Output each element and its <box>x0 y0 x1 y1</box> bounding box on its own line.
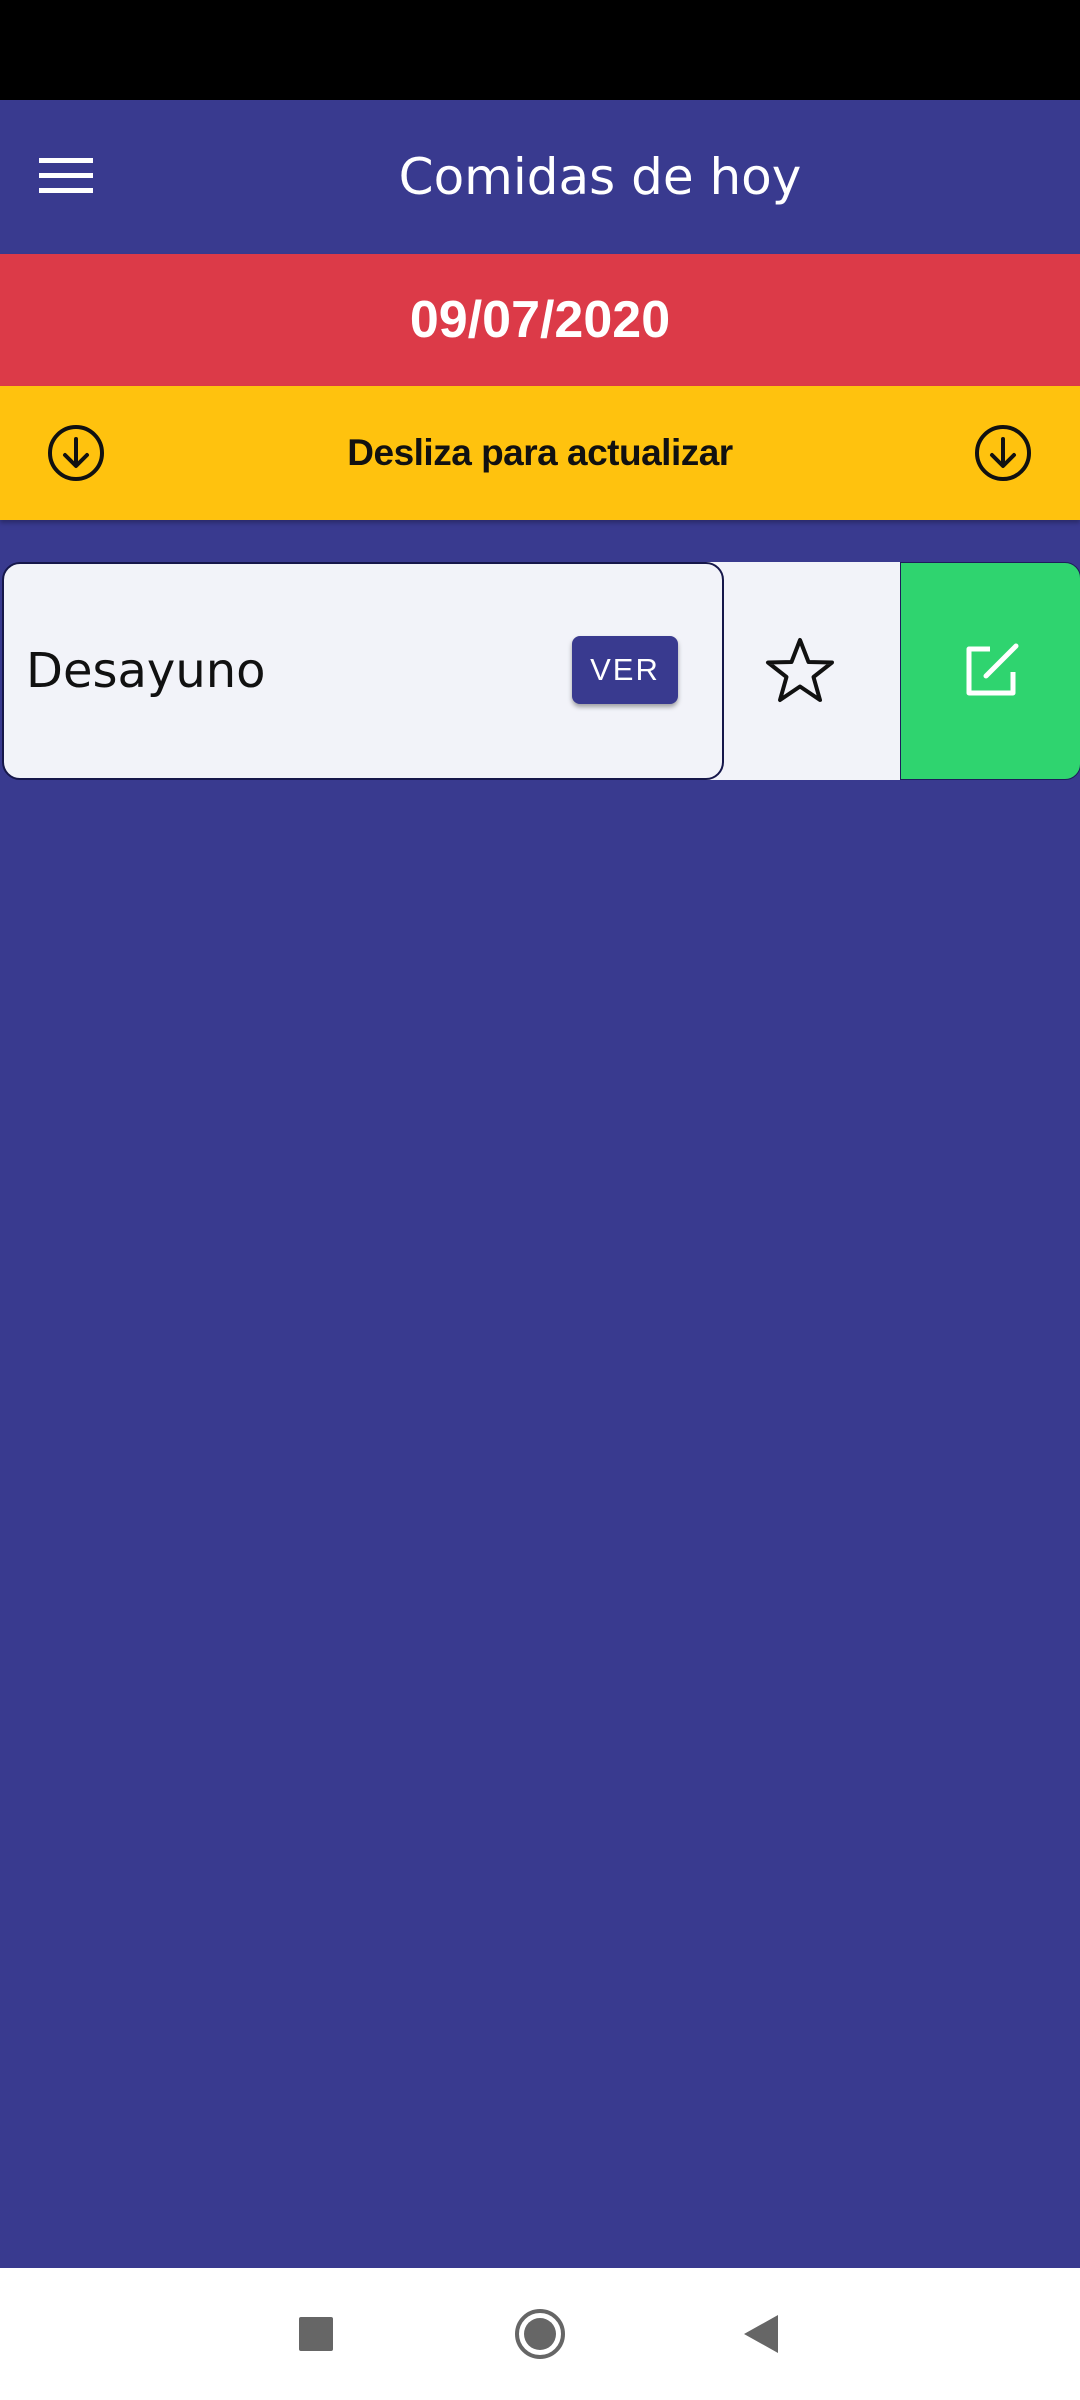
system-navigation-bar <box>0 2268 1080 2400</box>
star-outline-icon <box>766 638 834 702</box>
recents-square-icon <box>299 2317 333 2351</box>
favorite-button[interactable] <box>700 562 900 780</box>
home-button[interactable] <box>500 2294 580 2374</box>
arrow-down-circle-icon <box>48 425 104 481</box>
menu-button[interactable] <box>22 132 110 220</box>
date-banner: 09/07/2020 <box>0 254 1080 386</box>
back-triangle-icon <box>744 2315 778 2353</box>
meal-card[interactable]: Desayuno VER <box>2 562 724 780</box>
refresh-hint-text: Desliza para actualizar <box>347 432 733 473</box>
page-title: Comidas de hoy <box>398 148 802 206</box>
arrow-down-circle-icon <box>975 425 1031 481</box>
pull-to-refresh-banner: Desliza para actualizar <box>0 386 1080 520</box>
date-label: 09/07/2020 <box>409 291 671 349</box>
recents-button[interactable] <box>276 2294 356 2374</box>
edit-icon <box>966 643 1018 696</box>
home-circle-icon <box>515 2309 565 2359</box>
view-button[interactable]: VER <box>572 636 678 704</box>
swipe-actions <box>700 562 1080 780</box>
status-bar <box>0 0 1080 100</box>
edit-button[interactable] <box>900 562 1080 780</box>
back-button[interactable] <box>721 2294 801 2374</box>
app-bar: Comidas de hoy <box>0 100 1080 254</box>
meal-name: Desayuno <box>26 643 266 699</box>
meal-list-item: Desayuno VER <box>0 562 1080 780</box>
hamburger-menu-icon <box>39 158 93 193</box>
